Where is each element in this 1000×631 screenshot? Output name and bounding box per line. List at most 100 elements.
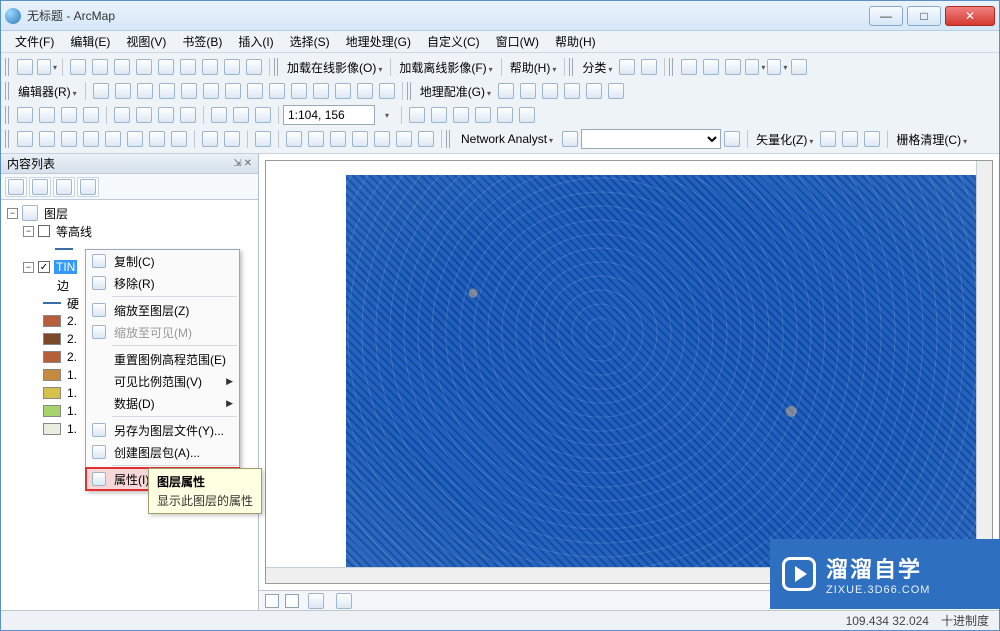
tool-btn[interactable] xyxy=(199,128,221,150)
zoom-in-button[interactable] xyxy=(14,128,36,150)
tool-btn[interactable] xyxy=(561,80,583,102)
menu-view[interactable]: 视图(V) xyxy=(118,31,174,52)
tool-btn[interactable] xyxy=(450,104,472,126)
toolbar-grip[interactable] xyxy=(669,58,674,76)
toc-close-button[interactable]: ✕ xyxy=(244,158,252,169)
back-button[interactable] xyxy=(146,128,168,150)
expand-icon[interactable]: − xyxy=(23,262,34,273)
ctx-item-6[interactable]: 数据(D)▶ xyxy=(86,392,239,414)
tool-btn[interactable] xyxy=(310,80,332,102)
tool-btn[interactable] xyxy=(406,104,428,126)
toolbar-grip[interactable] xyxy=(407,82,412,100)
identify-button[interactable] xyxy=(283,128,305,150)
tool-btn[interactable] xyxy=(200,80,222,102)
toc-tab-selection[interactable] xyxy=(77,177,99,197)
map-canvas[interactable] xyxy=(265,160,993,584)
measure-button[interactable] xyxy=(349,128,371,150)
toolbar-grip[interactable] xyxy=(569,58,574,76)
tool-btn[interactable] xyxy=(67,56,89,78)
paste-button[interactable] xyxy=(155,104,177,126)
ctx-zoom-layer-icon[interactable]: 缩放至图层(Z) xyxy=(86,299,239,321)
network-select[interactable] xyxy=(581,129,721,149)
tool-btn[interactable] xyxy=(288,80,310,102)
raster-clean-dropdown[interactable]: 栅格清理(C) xyxy=(892,129,971,150)
toc-tab-list[interactable] xyxy=(5,177,27,197)
tool-btn[interactable] xyxy=(415,128,437,150)
layout-view-button[interactable] xyxy=(285,594,299,608)
toc-tab-source[interactable] xyxy=(29,177,51,197)
tool-btn[interactable] xyxy=(766,56,788,78)
tool-btn[interactable] xyxy=(428,104,450,126)
toolbar-grip[interactable] xyxy=(446,130,451,148)
tool-btn[interactable] xyxy=(14,56,36,78)
toolbar-grip[interactable] xyxy=(5,106,10,124)
toolbar-grip[interactable] xyxy=(274,58,279,76)
tool-btn[interactable] xyxy=(266,80,288,102)
redo-button[interactable] xyxy=(230,104,252,126)
scrollbar-vertical[interactable] xyxy=(976,161,992,583)
full-extent-button[interactable] xyxy=(80,128,102,150)
tool-btn[interactable] xyxy=(839,128,861,150)
add-data-button[interactable] xyxy=(252,104,274,126)
tree-root[interactable]: − 图层 xyxy=(3,204,256,222)
tool-btn[interactable] xyxy=(472,104,494,126)
tool-btn[interactable] xyxy=(178,80,200,102)
ctx-item-4[interactable]: 重置图例高程范围(E) xyxy=(86,348,239,370)
ctx-copy-icon[interactable]: 复制(C) xyxy=(86,250,239,272)
xy-button[interactable] xyxy=(393,128,415,150)
refresh-button[interactable] xyxy=(305,590,327,611)
forward-button[interactable] xyxy=(168,128,190,150)
tool-btn[interactable] xyxy=(243,56,265,78)
ctx-save-layer-icon[interactable]: 另存为图层文件(Y)... xyxy=(86,419,239,441)
toc-pin-button[interactable]: ⇲ xyxy=(233,158,241,169)
tool-btn[interactable] xyxy=(376,80,398,102)
tool-btn[interactable] xyxy=(111,56,133,78)
tool-btn[interactable] xyxy=(89,56,111,78)
maximize-button[interactable]: □ xyxy=(907,6,941,26)
layer-checkbox[interactable] xyxy=(38,225,50,237)
menu-select[interactable]: 选择(S) xyxy=(282,31,338,52)
tool-btn[interactable] xyxy=(177,56,199,78)
tool-btn[interactable] xyxy=(559,128,581,150)
tool-btn[interactable] xyxy=(332,80,354,102)
tool-btn[interactable] xyxy=(861,128,883,150)
open-button[interactable] xyxy=(36,104,58,126)
tool-btn[interactable] xyxy=(517,80,539,102)
pointer-button[interactable] xyxy=(252,128,274,150)
menu-insert[interactable]: 插入(I) xyxy=(230,31,281,52)
menu-window[interactable]: 窗口(W) xyxy=(488,31,547,52)
tool-btn[interactable] xyxy=(221,56,243,78)
menu-bookmarks[interactable]: 书签(B) xyxy=(174,31,230,52)
tool-btn[interactable] xyxy=(722,56,744,78)
expand-icon[interactable]: − xyxy=(23,226,34,237)
tool-btn[interactable] xyxy=(583,80,605,102)
tool-btn[interactable] xyxy=(155,56,177,78)
toolbar-grip[interactable] xyxy=(5,82,10,100)
tool-btn[interactable] xyxy=(221,128,243,150)
tool-btn[interactable] xyxy=(244,80,266,102)
menu-customize[interactable]: 自定义(C) xyxy=(419,31,488,52)
tool-btn[interactable] xyxy=(494,104,516,126)
tool-btn[interactable] xyxy=(133,56,155,78)
tool-btn[interactable] xyxy=(327,128,349,150)
tool-btn[interactable] xyxy=(305,128,327,150)
help-dropdown[interactable]: 帮助(H) xyxy=(506,57,561,78)
ctx-layer-package-icon[interactable]: 创建图层包(A)... xyxy=(86,441,239,463)
layer-checkbox[interactable]: ✓ xyxy=(38,261,50,273)
zoom-out-button[interactable] xyxy=(36,128,58,150)
save-button[interactable] xyxy=(58,104,80,126)
tool-btn[interactable] xyxy=(605,80,627,102)
georef-dropdown[interactable]: 地理配准(G) xyxy=(416,81,495,102)
scale-dropdown[interactable] xyxy=(375,104,397,126)
tool-btn[interactable] xyxy=(354,80,376,102)
tool-btn[interactable] xyxy=(516,104,538,126)
pan-button[interactable] xyxy=(58,128,80,150)
close-button[interactable]: ✕ xyxy=(945,6,995,26)
tree-contour[interactable]: − 等高线 xyxy=(3,222,256,240)
tool-btn[interactable] xyxy=(102,128,124,150)
tool-btn[interactable] xyxy=(112,80,134,102)
toolbar-grip[interactable] xyxy=(5,58,10,76)
toc-tab-visibility[interactable] xyxy=(53,177,75,197)
tool-btn[interactable] xyxy=(616,56,638,78)
scale-input[interactable] xyxy=(283,105,375,125)
